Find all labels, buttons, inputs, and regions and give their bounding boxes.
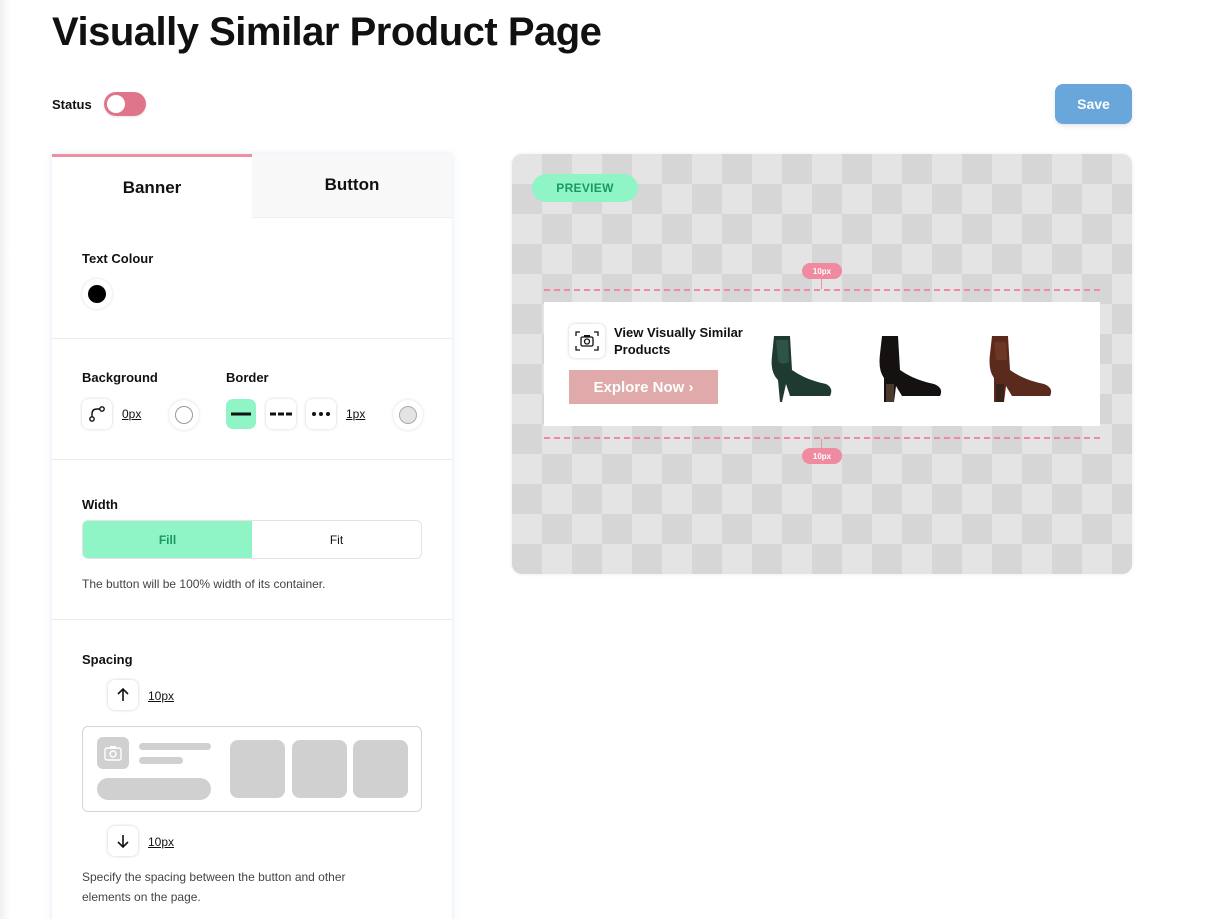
left-edge-shadow [0, 0, 10, 919]
explore-now-button[interactable]: Explore Now › [569, 370, 718, 404]
save-button[interactable]: Save [1055, 84, 1132, 124]
top-spacing-guide [544, 289, 1100, 291]
bottom-spacing-guide [544, 437, 1100, 439]
spacing-title: Spacing [82, 652, 133, 667]
width-fit-option[interactable]: Fit [252, 521, 421, 558]
settings-panel: Banner Button Text Colour Background Bor… [52, 154, 452, 919]
green-ankle-boot-image [771, 336, 832, 402]
border-dotted-button[interactable] [306, 399, 336, 429]
border-colour-swatch [399, 406, 417, 424]
spacing-top-value[interactable]: 10px [148, 689, 174, 703]
black-ankle-boot-image [879, 336, 942, 402]
top-spacing-label: 10px [802, 263, 842, 279]
tab-banner[interactable]: Banner [52, 154, 252, 218]
text-colour-picker[interactable] [82, 279, 112, 309]
solid-line-icon [231, 412, 251, 416]
preview-badge: PREVIEW [532, 174, 638, 202]
background-radius-value[interactable]: 0px [122, 407, 141, 421]
dashed-line-icon [270, 412, 292, 416]
camera-icon [569, 324, 605, 358]
width-title: Width [82, 497, 118, 512]
toggle-knob [106, 95, 125, 113]
text-colour-swatch [88, 285, 106, 303]
arrow-down-icon [117, 835, 129, 849]
spacing-top-button[interactable] [108, 680, 138, 710]
status-toggle[interactable] [103, 92, 146, 116]
tab-bar: Banner Button [52, 154, 452, 218]
corner-radius-button[interactable] [82, 399, 112, 429]
background-title: Background [82, 370, 158, 385]
preview-canvas: PREVIEW 10px View Visually Similar Produ… [512, 154, 1132, 574]
bottom-spacing-label: 10px [802, 448, 842, 464]
page-title: Visually Similar Product Page [52, 10, 602, 54]
border-colour-picker[interactable] [393, 400, 423, 430]
dotted-line-icon [312, 412, 330, 416]
width-section: Width Fill Fit The button will be 100% w… [52, 460, 452, 620]
banner-heading: View Visually Similar Products [614, 325, 743, 357]
text-colour-title: Text Colour [82, 251, 154, 266]
border-solid-button[interactable] [226, 399, 256, 429]
spacing-layout-illustration [82, 726, 422, 812]
width-help-text: The button will be 100% width of its con… [82, 577, 326, 591]
preview-banner: View Visually Similar Products Explore N… [544, 302, 1100, 426]
brown-ankle-boot-image [989, 336, 1052, 402]
spacing-section: Spacing 10px 10px Specify the spacing be… [52, 620, 452, 919]
spacing-bottom-value[interactable]: 10px [148, 835, 174, 849]
spacing-bottom-button[interactable] [108, 826, 138, 856]
spacing-help-text: Specify the spacing between the button a… [82, 870, 346, 904]
width-segmented-control: Fill Fit [82, 520, 422, 559]
arrow-up-icon [117, 687, 129, 701]
background-colour-picker[interactable] [169, 400, 199, 430]
status-row: Status [52, 92, 146, 116]
corner-radius-icon [89, 406, 105, 422]
status-label: Status [52, 96, 92, 112]
tab-button[interactable]: Button [252, 154, 452, 218]
border-width-value[interactable]: 1px [346, 407, 365, 421]
width-fill-option[interactable]: Fill [83, 521, 252, 558]
text-colour-section: Text Colour [52, 218, 452, 339]
background-border-section: Background Border 0px 1px [52, 339, 452, 460]
border-title: Border [226, 370, 269, 385]
border-dashed-button[interactable] [266, 399, 296, 429]
camera-placeholder-icon [97, 737, 129, 769]
background-colour-swatch [175, 406, 193, 424]
